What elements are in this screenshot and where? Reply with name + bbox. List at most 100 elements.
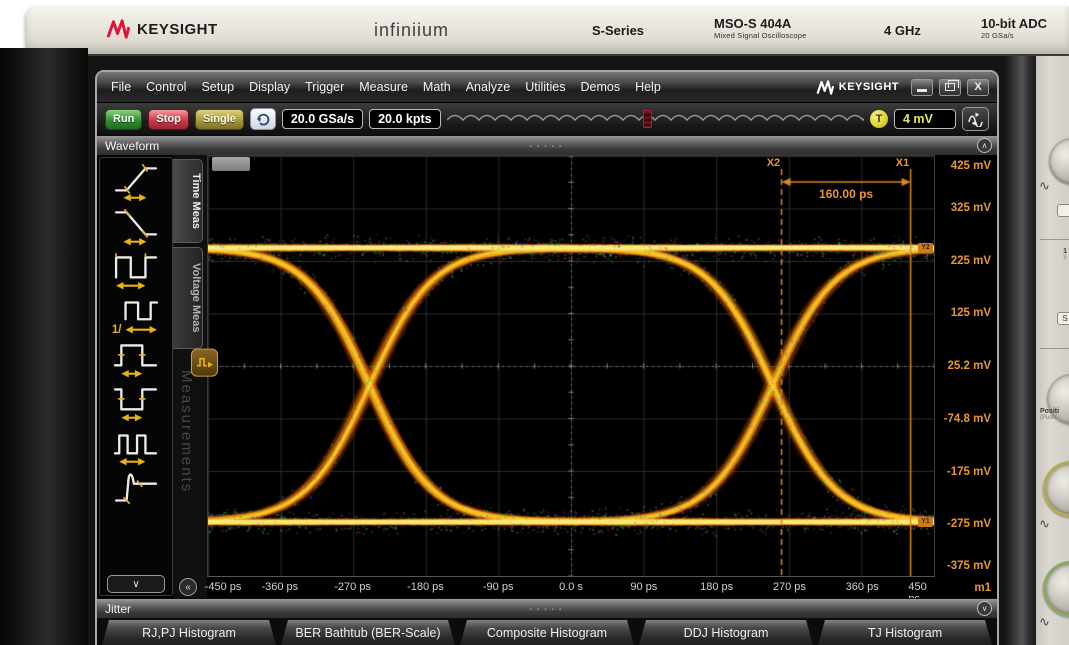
x-tick-label: -270 ps — [334, 581, 371, 593]
more-measurements-button[interactable]: ∨ — [107, 575, 165, 593]
horizontal-position-scrollbar[interactable] — [447, 109, 864, 129]
keysight-spark-icon — [106, 19, 130, 39]
front-panel-knob[interactable] — [1049, 138, 1069, 184]
drag-handle[interactable]: ····· — [529, 141, 566, 151]
sample-rate-readout[interactable]: 20.0 GSa/s — [282, 109, 363, 129]
panel-divider — [1040, 239, 1069, 240]
menu-utilities[interactable]: Utilities — [525, 80, 565, 94]
waveform-panel-title: Waveform — [97, 139, 159, 153]
menu-analyze[interactable]: Analyze — [466, 80, 510, 94]
front-panel-s-button[interactable]: S — [1057, 312, 1069, 325]
panel-label-fragment: 13 — [1063, 248, 1067, 261]
svg-text:1/: 1/ — [112, 324, 122, 336]
keysight-spark-icon — [816, 80, 834, 95]
marker-y2-tag[interactable]: Y2 — [918, 243, 933, 253]
period-icon[interactable] — [105, 248, 167, 292]
waveform-panel-header[interactable]: Waveform ····· ∧ — [97, 135, 997, 155]
stop-button[interactable]: Stop — [148, 109, 188, 130]
drag-handle[interactable]: ····· — [529, 604, 566, 614]
menu-file[interactable]: File — [111, 80, 131, 94]
x-tick-label: -360 ps — [261, 581, 298, 593]
screen-edge-bezel — [1005, 56, 1036, 645]
fall-time-icon[interactable] — [105, 204, 167, 248]
minimize-icon — [917, 89, 927, 92]
chevron-down-icon: ∨ — [132, 579, 139, 590]
positive-pulse-width-icon — [109, 336, 163, 380]
menu-display[interactable]: Display — [249, 80, 290, 94]
close-button[interactable]: X — [967, 79, 989, 96]
memory-depth-readout[interactable]: 20.0 kpts — [369, 109, 441, 129]
chevron-up-icon[interactable]: ∧ — [977, 138, 992, 153]
jitter-panel-header[interactable]: Jitter ····· ∨ — [97, 598, 997, 618]
menu-measure[interactable]: Measure — [359, 80, 408, 94]
eye-diagram-plot: X2 X1 160.00 ps Y2 Y1 — [207, 155, 935, 577]
bandwidth-label: 4 GHz — [884, 23, 921, 38]
frequency-icon[interactable]: 1/ — [105, 292, 167, 336]
front-panel-button[interactable] — [1057, 204, 1069, 217]
negative-pulse-width-icon[interactable] — [105, 380, 167, 424]
keysight-logo: KEYSIGHT — [106, 19, 218, 39]
clear-display-button[interactable] — [250, 108, 276, 130]
menu-demos[interactable]: Demos — [580, 80, 620, 94]
sine-icon: ∿ — [1039, 178, 1050, 194]
menu-setup[interactable]: Setup — [201, 80, 234, 94]
positive-pulse-width-icon[interactable] — [105, 336, 167, 380]
double-chevron-left-icon[interactable]: « — [179, 578, 197, 596]
trigger-badge[interactable]: T — [870, 110, 888, 128]
marker-x1-label[interactable]: X1 — [896, 157, 909, 169]
marker-x2-label[interactable]: X2 — [767, 157, 780, 169]
fall-time-icon — [109, 204, 163, 248]
autoscale-button[interactable] — [962, 107, 989, 131]
x-tick-label: 90 ps — [630, 581, 657, 593]
y-tick-label: 225 mV — [951, 255, 991, 267]
tab-ber-bathtub[interactable]: BER Bathtub (BER-Scale) — [281, 620, 455, 645]
menu-control[interactable]: Control — [146, 80, 186, 94]
run-button[interactable]: Run — [105, 109, 142, 130]
brand-text: KEYSIGHT — [137, 21, 218, 38]
tab-time-meas[interactable]: Time Meas — [173, 159, 203, 243]
negative-pulse-width-icon — [109, 380, 163, 424]
tab-voltage-meas[interactable]: Voltage Meas — [173, 247, 203, 349]
burst-width-icon — [109, 424, 163, 468]
chevron-down-icon[interactable]: ∨ — [977, 601, 992, 616]
x-tick-label: -180 ps — [407, 581, 444, 593]
x-tick-label: 360 ps — [846, 581, 879, 593]
y-tick-label: 425 mV — [951, 160, 991, 172]
period-icon — [109, 248, 163, 292]
single-button[interactable]: Single — [195, 109, 244, 130]
menu-help[interactable]: Help — [635, 80, 661, 94]
channel-chip[interactable] — [212, 157, 250, 171]
x-tick-label: -450 ps — [205, 581, 242, 593]
tab-composite-histogram[interactable]: Composite Histogram — [460, 620, 634, 645]
lcd-screen: File Control Setup Display Trigger Measu… — [88, 56, 1005, 645]
tab-rj-pj-histogram[interactable]: RJ,PJ Histogram — [102, 620, 276, 645]
overshoot-icon — [109, 468, 163, 512]
y-tick-label: 25.2 mV — [948, 360, 991, 372]
vertical-scale-knob[interactable] — [1043, 461, 1069, 517]
waveform-panel-body: 1/ ∨ Time Meas Voltage Meas Measurements… — [97, 155, 997, 598]
overshoot-icon[interactable] — [105, 468, 167, 512]
product-series: S-Series — [592, 23, 644, 38]
eye-diagram-canvas[interactable] — [208, 156, 934, 576]
rise-time-icon[interactable] — [105, 160, 167, 204]
restore-button[interactable] — [939, 79, 961, 96]
model-number: MSO-S 404A Mixed Signal Oscilloscope — [714, 16, 807, 40]
burst-width-icon[interactable] — [105, 424, 167, 468]
x-tick-label: 0.0 s — [559, 581, 583, 593]
tab-tj-histogram[interactable]: TJ Histogram — [818, 620, 992, 645]
marker-y1-tag[interactable]: Y1 — [918, 517, 933, 527]
measurement-icon-sidebar: 1/ ∨ — [99, 157, 173, 596]
trigger-level-readout[interactable]: 4 mV — [894, 109, 956, 129]
position-label: Positi(Push — [1040, 408, 1059, 421]
menu-trigger[interactable]: Trigger — [305, 80, 344, 94]
memory1-tag: m1 — [974, 582, 991, 594]
minimize-button[interactable] — [911, 79, 933, 96]
acquisition-toolbar: Run Stop Single 20.0 GSa/s 20.0 kpts T 4… — [97, 102, 997, 135]
acquisition-window-marker[interactable] — [643, 110, 652, 128]
plot-column: X2 X1 160.00 ps Y2 Y1 -450 ps -360 ps -2… — [207, 155, 935, 598]
vertical-scale-knob[interactable] — [1043, 561, 1069, 617]
tab-ddj-histogram[interactable]: DDJ Histogram — [639, 620, 813, 645]
menu-math[interactable]: Math — [423, 80, 451, 94]
front-panel-right: ∿ 13 S Positi(Push ∿ ∿ — [1036, 56, 1069, 645]
memory1-marker-icon[interactable] — [191, 349, 218, 377]
